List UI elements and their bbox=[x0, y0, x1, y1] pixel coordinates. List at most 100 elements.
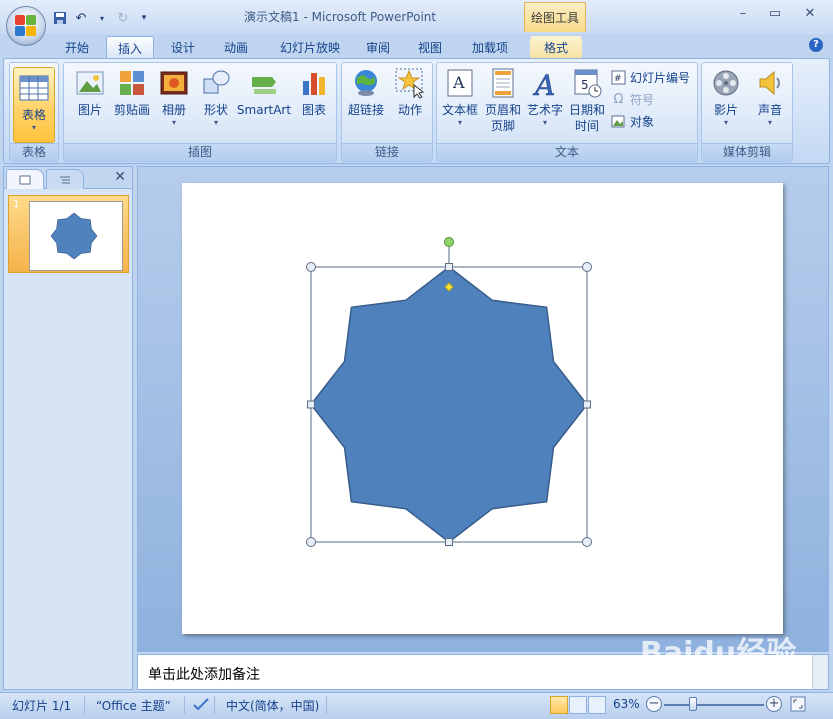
photo-album-label: 相册 bbox=[161, 103, 186, 117]
status-separator bbox=[84, 696, 85, 714]
eight-point-star-shape[interactable] bbox=[310, 266, 588, 543]
outline-tab[interactable] bbox=[46, 169, 84, 189]
slides-panel: ✕ 1 bbox=[3, 166, 133, 690]
undo-dropdown-icon[interactable]: ▾ bbox=[94, 10, 110, 26]
save-icon[interactable] bbox=[52, 10, 68, 26]
group-label-tables: 表格 bbox=[10, 143, 58, 161]
tab-addins[interactable]: 加载项 bbox=[462, 36, 518, 58]
zoom-in-icon[interactable]: + bbox=[766, 696, 782, 712]
slide-thumbnail[interactable] bbox=[29, 201, 123, 271]
photo-album-button[interactable]: 相册 ▾ bbox=[156, 67, 192, 128]
wordart-label: 艺术字 bbox=[526, 103, 563, 117]
close-panel-icon[interactable]: ✕ bbox=[114, 169, 126, 185]
resize-handle-bottom-left[interactable] bbox=[306, 537, 316, 547]
zoom-slider-thumb[interactable] bbox=[689, 697, 698, 711]
zoom-out-icon[interactable]: − bbox=[646, 696, 662, 712]
chevron-down-icon: ▾ bbox=[723, 118, 728, 127]
slide-canvas[interactable] bbox=[182, 183, 783, 634]
customize-qat-icon[interactable]: ▾ bbox=[136, 10, 152, 26]
tab-view[interactable]: 视图 bbox=[408, 36, 452, 58]
tab-format[interactable]: 格式 bbox=[530, 36, 582, 58]
header-footer-label-1: 页眉和 bbox=[484, 103, 521, 117]
picture-icon bbox=[74, 67, 106, 99]
title-bar: ↶ ▾ ↻ ▾ 演示文稿1 - Microsoft PowerPoint 绘图工… bbox=[0, 0, 833, 34]
zoom-level[interactable]: 63% bbox=[613, 697, 640, 711]
slide-number-button[interactable]: # 幻灯片编号 bbox=[611, 69, 690, 86]
shapes-button[interactable]: 形状 ▾ bbox=[196, 67, 236, 128]
resize-handle-top-left[interactable] bbox=[306, 262, 316, 272]
table-label: 表格 bbox=[21, 108, 46, 122]
office-button[interactable] bbox=[6, 6, 46, 46]
chart-button[interactable]: 图表 bbox=[294, 67, 334, 118]
outline-icon bbox=[60, 176, 70, 183]
maximize-icon[interactable]: ▭ bbox=[765, 6, 785, 24]
chevron-down-icon: ▾ bbox=[767, 118, 772, 127]
wordart-button[interactable]: A 艺术字 ▾ bbox=[525, 67, 565, 128]
svg-text:5: 5 bbox=[581, 78, 589, 92]
notes-scrollbar[interactable] bbox=[812, 655, 828, 689]
resize-handle-left[interactable] bbox=[307, 400, 315, 409]
resize-handle-bottom[interactable] bbox=[445, 538, 453, 546]
watermark-logo: Baidu经验 bbox=[640, 636, 797, 671]
group-illustrations: 图片 剪贴画 相册 ▾ 形状 ▾ SmartArt 图表 插图 bbox=[63, 62, 337, 162]
smartart-button[interactable]: SmartArt bbox=[236, 67, 292, 118]
resize-handle-bottom-right[interactable] bbox=[582, 537, 592, 547]
textbox-button[interactable]: A 文本框 ▾ bbox=[439, 67, 481, 128]
group-text: A 文本框 ▾ 页眉和 页脚 A 艺术字 ▾ 5 日期和 时间 # 幻灯片编号 … bbox=[436, 62, 698, 162]
resize-handle-top[interactable] bbox=[445, 263, 453, 271]
calendar-clock-icon: 5 bbox=[571, 67, 603, 99]
tab-design[interactable]: 设计 bbox=[160, 36, 206, 58]
slide-number-icon: # bbox=[611, 70, 626, 85]
zoom-slider-track[interactable] bbox=[664, 704, 764, 706]
status-bar: 幻灯片 1/1 “Office 主题” 中文(简体，中国) 63% − + bbox=[0, 692, 833, 719]
fit-to-window-icon[interactable] bbox=[790, 696, 806, 715]
movie-label: 影片 bbox=[713, 103, 738, 117]
resize-handle-top-right[interactable] bbox=[582, 262, 592, 272]
redo-icon[interactable]: ↻ bbox=[115, 10, 131, 26]
rotation-handle[interactable] bbox=[444, 237, 454, 247]
clipart-button[interactable]: 剪贴画 bbox=[110, 67, 154, 118]
movie-button[interactable]: 影片 ▾ bbox=[706, 67, 746, 128]
action-button[interactable]: 动作 bbox=[390, 67, 430, 118]
slide-number-label: 幻灯片编号 bbox=[630, 71, 691, 85]
ribbon: 表格 ▾ 表格 图片 剪贴画 相册 ▾ 形状 ▾ SmartArt 图表 插图 … bbox=[3, 58, 830, 164]
status-separator bbox=[214, 696, 215, 714]
svg-text:A: A bbox=[532, 69, 555, 99]
picture-button[interactable]: 图片 bbox=[70, 67, 110, 118]
group-links: 超链接 动作 链接 bbox=[341, 62, 433, 162]
group-label-text: 文本 bbox=[437, 143, 697, 161]
hyperlink-button[interactable]: 超链接 bbox=[346, 67, 386, 118]
minimize-icon[interactable]: – bbox=[733, 6, 753, 24]
close-icon[interactable]: ✕ bbox=[800, 6, 820, 24]
film-reel-icon bbox=[710, 67, 742, 99]
tab-animations[interactable]: 动画 bbox=[212, 36, 260, 58]
watermark-url: jingyan.baidu.com bbox=[664, 672, 783, 685]
sound-button[interactable]: 声音 ▾ bbox=[750, 67, 790, 128]
quick-access-toolbar: ↶ ▾ ↻ ▾ bbox=[52, 8, 152, 28]
object-button[interactable]: 对象 bbox=[611, 113, 654, 130]
chevron-down-icon: ▾ bbox=[213, 118, 218, 127]
chevron-down-icon: ▾ bbox=[457, 118, 462, 127]
help-icon[interactable]: ? bbox=[809, 38, 823, 52]
datetime-label-2: 时间 bbox=[574, 119, 599, 133]
slide-thumbnail-selected[interactable]: 1 bbox=[8, 195, 129, 273]
tab-home[interactable]: 开始 bbox=[52, 36, 102, 58]
header-footer-button[interactable]: 页眉和 页脚 bbox=[483, 67, 523, 134]
hyperlink-label: 超链接 bbox=[347, 103, 384, 117]
symbol-button[interactable]: Ω 符号 bbox=[611, 91, 654, 108]
tab-review[interactable]: 审阅 bbox=[356, 36, 400, 58]
tab-slideshow[interactable]: 幻灯片放映 bbox=[268, 36, 352, 58]
slides-tab[interactable] bbox=[6, 169, 44, 189]
status-theme: “Office 主题” bbox=[96, 699, 171, 713]
slide-sorter-view-button[interactable] bbox=[569, 696, 587, 714]
sound-label: 声音 bbox=[757, 103, 782, 117]
spellcheck-icon[interactable] bbox=[192, 697, 210, 714]
datetime-button[interactable]: 5 日期和 时间 bbox=[567, 67, 607, 134]
table-button[interactable]: 表格 ▾ bbox=[13, 67, 55, 143]
resize-handle-right[interactable] bbox=[583, 400, 591, 409]
slideshow-view-button[interactable] bbox=[588, 696, 606, 714]
shapes-icon bbox=[200, 67, 232, 99]
undo-icon[interactable]: ↶ bbox=[73, 10, 89, 26]
normal-view-button[interactable] bbox=[550, 696, 568, 714]
tab-insert[interactable]: 插入 bbox=[106, 36, 154, 58]
